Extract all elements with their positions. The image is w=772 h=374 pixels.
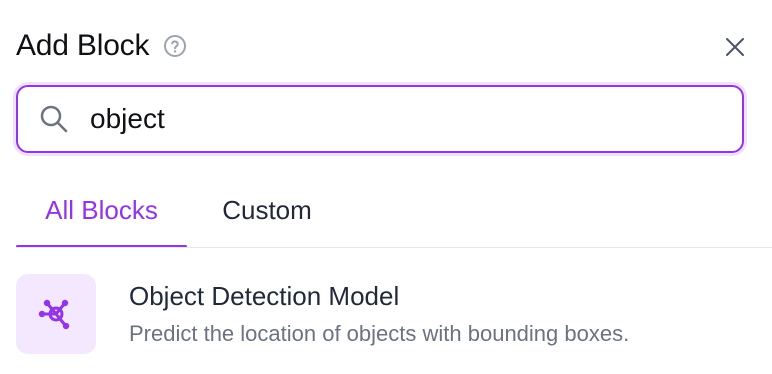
dialog-header: Add Block — [16, 26, 748, 66]
question-circle-icon[interactable] — [163, 34, 187, 58]
close-icon[interactable] — [722, 34, 748, 60]
search-input[interactable] — [90, 103, 690, 135]
result-text: Object Detection Model Predict the locat… — [129, 281, 629, 347]
tab-custom[interactable]: Custom — [215, 180, 319, 246]
search-box[interactable] — [16, 85, 744, 153]
result-title: Object Detection Model — [129, 281, 400, 311]
search-icon — [38, 103, 70, 135]
tab-bar: All Blocks Custom — [16, 180, 772, 248]
tab-all-blocks-label: All Blocks — [45, 195, 158, 225]
tab-all-blocks[interactable]: All Blocks — [16, 180, 187, 248]
graph-nodes-icon — [16, 274, 96, 354]
tabs-divider — [16, 247, 772, 248]
tab-custom-label: Custom — [222, 195, 312, 225]
list-item[interactable]: Object Detection Model Predict the locat… — [16, 274, 756, 354]
result-description: Predict the location of objects with bou… — [129, 321, 630, 346]
dialog-title: Add Block — [16, 29, 150, 62]
